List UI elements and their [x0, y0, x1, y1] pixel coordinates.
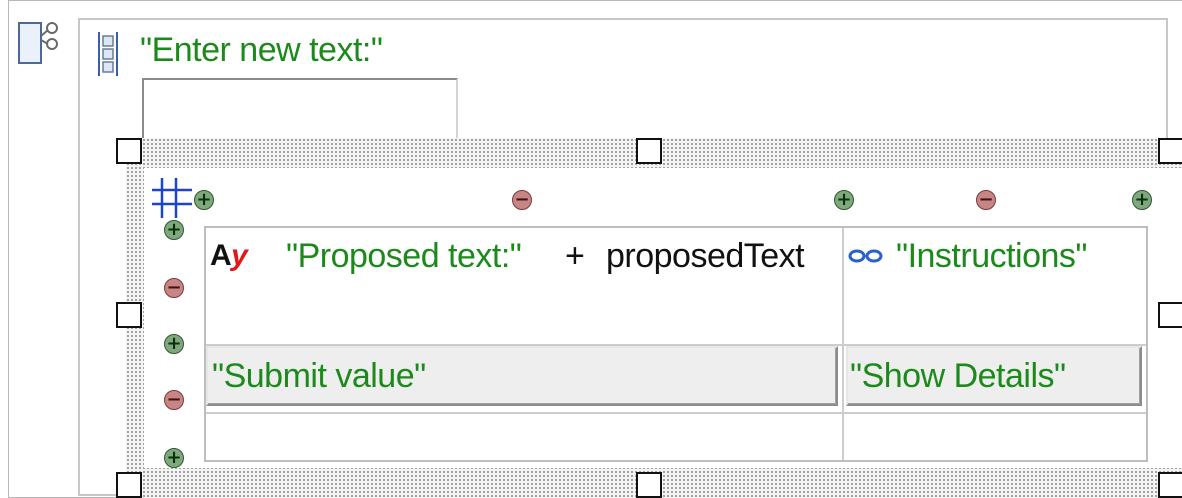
link-icon — [848, 249, 883, 263]
submit-button-label: "Submit value" — [212, 357, 426, 395]
add-column-icon[interactable]: + — [1132, 190, 1152, 210]
submit-value-button[interactable]: "Submit value" — [206, 346, 838, 406]
add-row-icon[interactable]: + — [164, 220, 184, 240]
resize-handle-top-left[interactable] — [116, 138, 142, 164]
remove-row-icon[interactable]: − — [164, 278, 184, 298]
details-button-label: "Show Details" — [850, 357, 1066, 395]
form-component-icon[interactable] — [16, 18, 74, 68]
resize-handle-right[interactable] — [1158, 302, 1182, 328]
row-divider[interactable] — [206, 412, 1146, 414]
add-column-icon[interactable]: + — [194, 190, 214, 210]
add-row-icon[interactable]: + — [164, 334, 184, 354]
remove-row-icon[interactable]: − — [164, 390, 184, 410]
layout-icon[interactable] — [96, 30, 120, 78]
label-icon: Ay — [210, 239, 248, 272]
text-input-field[interactable] — [142, 78, 458, 144]
resize-handle-bottom-left[interactable] — [116, 472, 142, 498]
enter-text-label: "Enter new text:" — [140, 31, 383, 69]
concat-operator: + — [565, 237, 585, 275]
resize-handle-top-right[interactable] — [1158, 138, 1182, 164]
add-row-icon[interactable]: + — [164, 448, 184, 468]
show-details-button[interactable]: "Show Details" — [846, 346, 1142, 406]
resize-handle-bottom-right[interactable] — [1158, 472, 1182, 498]
proposed-text-literal: "Proposed text:" — [286, 237, 522, 275]
proposed-text-variable: proposedText — [606, 237, 805, 275]
resize-handle-left[interactable] — [116, 302, 142, 328]
table-move-icon[interactable] — [150, 176, 194, 220]
remove-column-icon[interactable]: − — [512, 190, 532, 210]
resize-handle-top[interactable] — [636, 138, 662, 164]
instructions-link[interactable]: "Instructions" — [896, 236, 1088, 276]
resize-handle-bottom[interactable] — [636, 472, 662, 498]
add-column-icon[interactable]: + — [834, 190, 854, 210]
remove-column-icon[interactable]: − — [976, 190, 996, 210]
